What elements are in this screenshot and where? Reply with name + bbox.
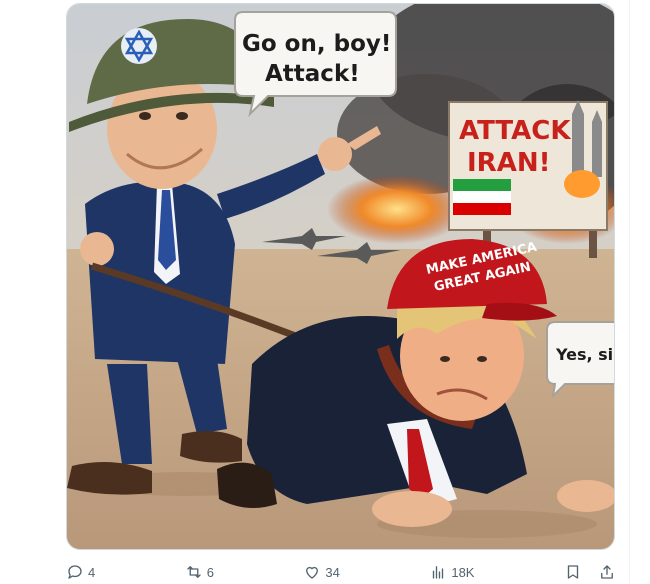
timeline-divider (629, 0, 630, 583)
illustration: ATTACK IRAN! MAKE AMERICA GREAT AGAIN Go… (67, 4, 614, 549)
post-action-bar: 4 6 34 18K (66, 560, 616, 584)
repost-button[interactable]: 6 (185, 563, 214, 581)
share-icon (601, 565, 613, 579)
views-count: 18K (451, 564, 475, 580)
bookmark-icon (567, 565, 579, 579)
sign-line-2: IRAN! (467, 148, 550, 178)
sign-line-1: ATTACK (459, 116, 571, 146)
views-button[interactable]: 18K (429, 563, 474, 581)
like-count: 34 (325, 564, 340, 580)
right-action-group (564, 563, 616, 581)
post-image[interactable]: ATTACK IRAN! MAKE AMERICA GREAT AGAIN Go… (66, 3, 615, 550)
repost-count: 6 (206, 564, 214, 580)
speech-right-text: Yes, sir (555, 345, 614, 364)
heart-icon (306, 566, 319, 579)
reply-button[interactable]: 4 (66, 563, 95, 581)
views-icon (433, 566, 444, 579)
bookmark-button[interactable] (564, 563, 582, 581)
repost-icon (187, 566, 201, 578)
speech-top-line-2: Attack! (265, 61, 360, 87)
reply-icon (68, 565, 82, 579)
like-button[interactable]: 34 (303, 563, 340, 581)
share-button[interactable] (598, 563, 616, 581)
reply-count: 4 (88, 564, 96, 580)
speech-top-line-1: Go on, boy! (242, 31, 391, 57)
